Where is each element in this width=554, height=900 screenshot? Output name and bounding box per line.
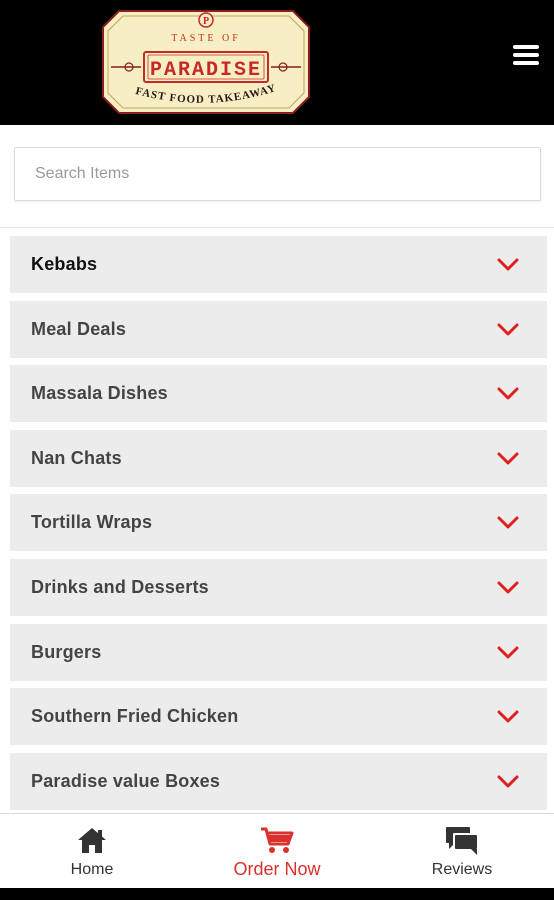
svg-text:TASTE OF: TASTE OF [171,33,241,44]
svg-text:P: P [203,16,209,27]
category-item-nan-chats[interactable]: Nan Chats [10,430,547,487]
hamburger-menu-button[interactable] [505,40,545,70]
category-label: Tortilla Wraps [31,512,153,532]
category-label: Meal Deals [31,319,127,339]
search-input[interactable] [14,147,541,201]
chevron-down-icon [497,258,519,271]
chevron-down-icon [497,387,519,400]
logo-graphic: P TASTE OF PARADISE FAST FOOD TAKEAWAY [102,10,310,114]
app-screen: P TASTE OF PARADISE FAST FOOD TAKEAWAY S… [0,0,554,900]
app-header: P TASTE OF PARADISE FAST FOOD TAKEAWAY [0,0,554,125]
nav-home-label: Home [70,861,114,878]
chevron-down-icon [497,516,519,529]
chevron-down-icon [497,775,519,788]
system-navigation-bar [0,888,554,900]
category-item-paradise-value-boxes[interactable]: Paradise value Boxes [10,753,547,810]
nav-order-now[interactable]: Order Now [185,814,369,889]
chat-bubbles-icon [446,827,478,855]
paradise-logo[interactable]: P TASTE OF PARADISE FAST FOOD TAKEAWAY [101,9,311,115]
cart-icon [261,827,294,853]
category-list[interactable]: Kebabs Meal Deals Massala Dishes Nan Cha… [0,227,554,813]
category-item-kebabs[interactable]: Kebabs [10,236,547,293]
category-item-massala-dishes[interactable]: Massala Dishes [10,365,547,422]
nav-home[interactable]: Home [0,814,184,889]
category-item-drinks-and-desserts[interactable]: Drinks and Desserts [10,559,547,616]
category-label: Kebabs [31,254,98,274]
nav-reviews[interactable]: Reviews [370,814,554,889]
category-item-burgers[interactable]: Burgers [10,624,547,681]
category-label: Southern Fried Chicken [31,706,239,726]
category-label: Drinks and Desserts [31,577,209,597]
category-item-meal-deals[interactable]: Meal Deals [10,301,547,358]
category-label: Paradise value Boxes [31,771,221,791]
hamburger-menu-icon [513,45,539,49]
category-label: Nan Chats [31,448,122,468]
chevron-down-icon [497,646,519,659]
nav-order-now-label: Order Now [233,859,321,879]
chevron-down-icon [497,581,519,594]
home-icon [78,828,106,853]
bottom-navigation: Home Order Now Reviews [0,813,554,888]
menu-icon-bar [513,53,539,57]
menu-icon-bar [513,61,539,65]
nav-reviews-label: Reviews [431,861,493,878]
search-section [0,125,554,227]
category-item-tortilla-wraps[interactable]: Tortilla Wraps [10,494,547,551]
chevron-down-icon [497,452,519,465]
chevron-down-icon [497,710,519,723]
category-label: Burgers [31,642,102,662]
chevron-down-icon [497,323,519,336]
category-label: Massala Dishes [31,383,168,403]
svg-text:PARADISE: PARADISE [150,59,262,82]
category-item-southern-fried-chicken[interactable]: Southern Fried Chicken [10,688,547,745]
